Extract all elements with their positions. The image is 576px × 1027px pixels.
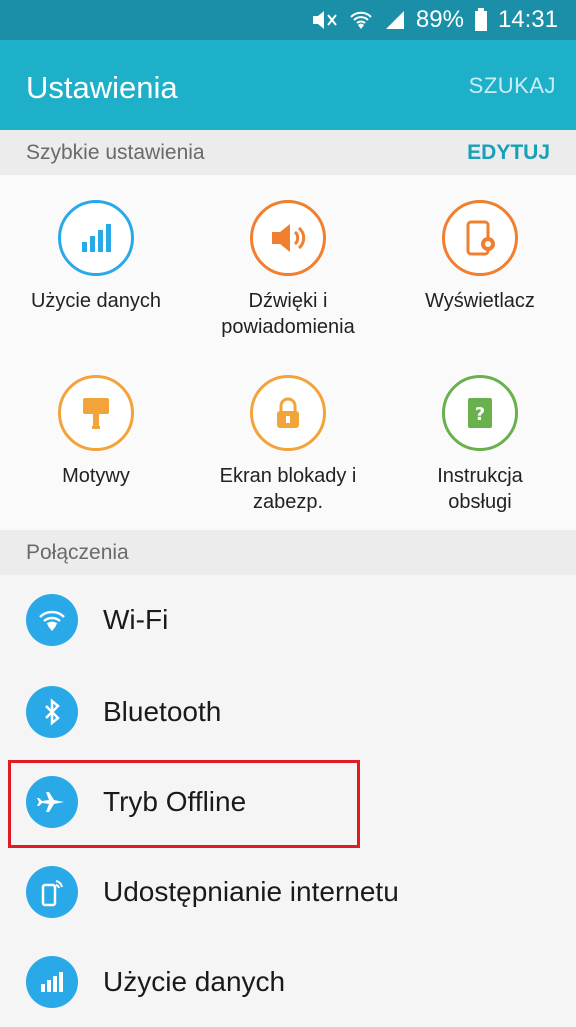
list-item-label: Udostępnianie internetu	[103, 876, 399, 907]
quick-settings-header: Szybkie ustawienia EDYTUJ	[0, 130, 576, 175]
quick-item-manual[interactable]: ? Instrukcja obsługi	[384, 375, 576, 515]
list-item-label: Bluetooth	[103, 696, 222, 727]
list-item-data-usage[interactable]: Użycie danych	[0, 937, 576, 1027]
quick-item-label: Ekran blokady i zabezp.	[219, 465, 357, 513]
quick-item-label: Wyświetlacz	[425, 290, 535, 312]
quick-settings-title: Szybkie ustawienia	[26, 141, 205, 164]
quick-settings-grid: Użycie danych Dźwięki i powiadomienia Wy…	[0, 175, 576, 530]
quick-item-label: Dźwięki i powiadomienia	[221, 290, 355, 338]
quick-item-sounds[interactable]: Dźwięki i powiadomienia	[192, 200, 384, 340]
display-icon	[442, 200, 518, 276]
svg-text:?: ?	[475, 404, 485, 425]
data-usage-icon	[58, 200, 134, 276]
battery-icon	[474, 8, 488, 32]
quick-item-themes[interactable]: Motywy	[0, 375, 192, 489]
quick-item-display[interactable]: Wyświetlacz	[384, 200, 576, 314]
status-bar: 89% 14:31	[0, 0, 576, 40]
highlight-box	[8, 760, 360, 848]
list-item-label: Użycie danych	[103, 966, 286, 997]
list-item-label: Wi-Fi	[103, 604, 169, 635]
wifi-status-icon	[348, 9, 374, 31]
lock-icon	[250, 375, 326, 451]
list-item-wifi[interactable]: Wi-Fi	[0, 575, 576, 665]
quick-item-label: Użycie danych	[30, 290, 162, 312]
connections-header: Połączenia	[0, 530, 576, 575]
quick-item-data-usage[interactable]: Użycie danych	[0, 200, 192, 314]
search-button[interactable]: SZUKAJ	[469, 73, 556, 99]
data-usage-icon	[26, 956, 78, 1008]
list-item-hotspot[interactable]: Udostępnianie internetu	[0, 847, 576, 937]
mute-icon	[310, 9, 338, 31]
edit-button[interactable]: EDYTUJ	[467, 130, 550, 175]
battery-percent: 89%	[415, 6, 464, 33]
app-bar: Ustawienia SZUKAJ	[0, 40, 576, 130]
list-item-bluetooth[interactable]: Bluetooth	[0, 667, 576, 757]
help-icon: ?	[442, 375, 518, 451]
themes-icon	[58, 375, 134, 451]
connections-title: Połączenia	[26, 541, 129, 564]
page-title: Ustawienia	[26, 70, 178, 105]
quick-item-label: Instrukcja obsługi	[437, 465, 523, 513]
bluetooth-icon	[26, 686, 78, 738]
sound-icon	[250, 200, 326, 276]
quick-item-lock-screen[interactable]: Ekran blokady i zabezp.	[192, 375, 384, 515]
hotspot-icon	[26, 866, 78, 918]
signal-icon	[384, 9, 406, 31]
clock: 14:31	[497, 6, 558, 33]
wifi-icon	[26, 594, 78, 646]
quick-item-label: Motywy	[62, 465, 130, 487]
